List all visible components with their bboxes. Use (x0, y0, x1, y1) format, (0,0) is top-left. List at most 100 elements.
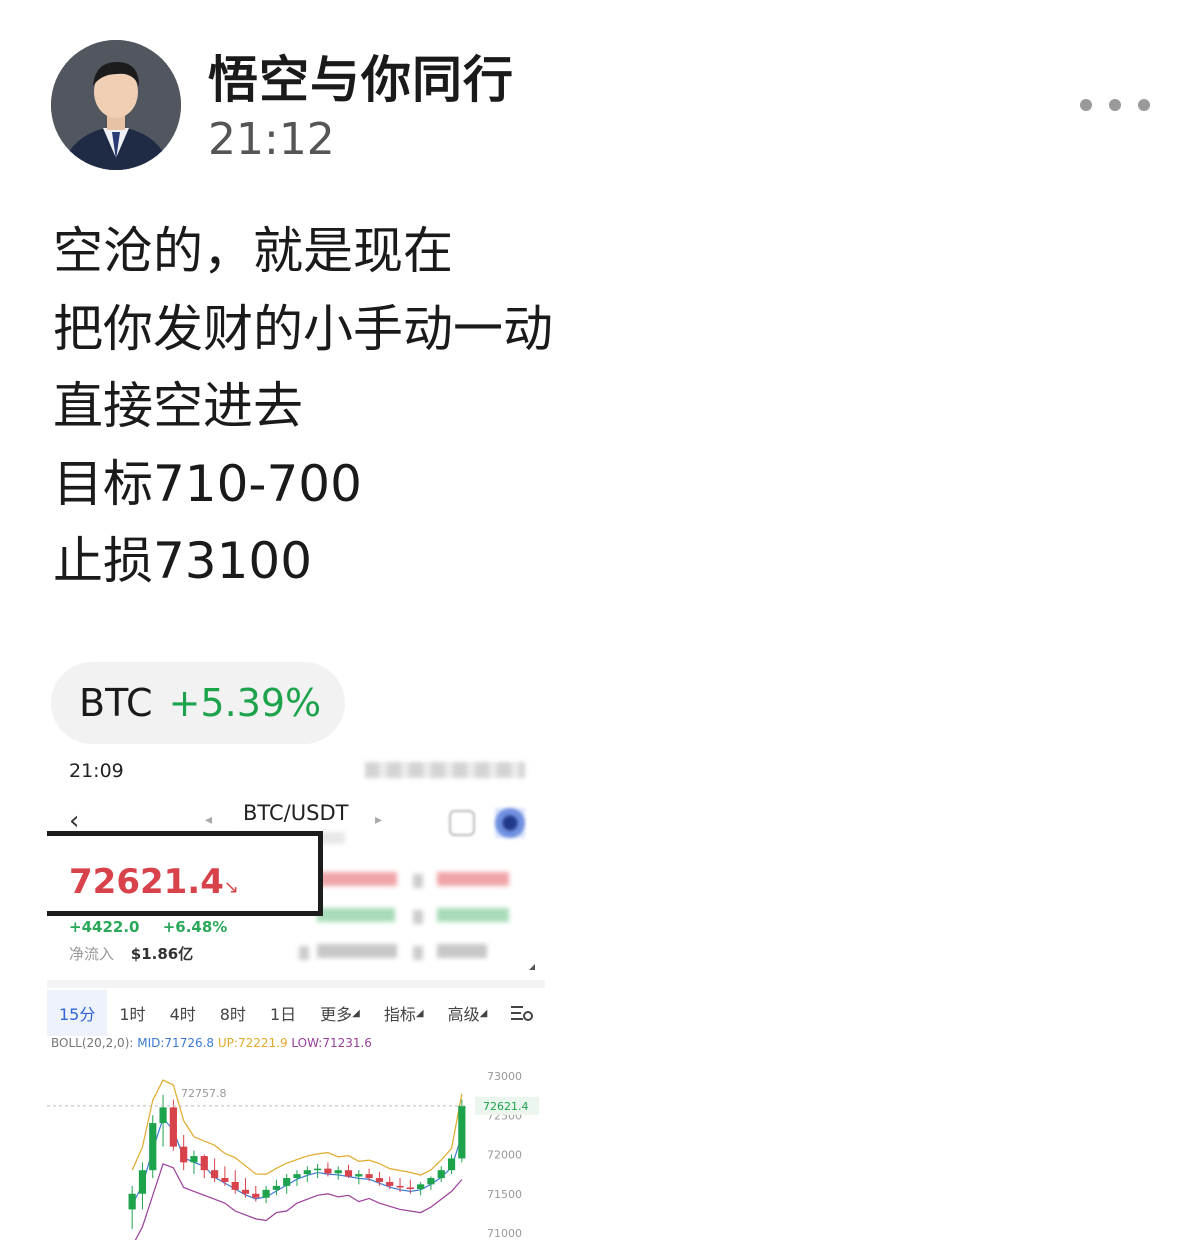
timeframe-tabs: 15分 1时 4时 8时 1日 更多 ◢ 指标 ◢ 高级 ◢ (47, 990, 545, 1036)
blurred-stat (413, 874, 423, 888)
blurred-status-icons (365, 762, 525, 778)
last-price-value: 72621.4 (69, 862, 224, 902)
candle-body (303, 1170, 311, 1175)
section-divider (47, 980, 545, 988)
candle-body (355, 1174, 363, 1177)
attached-screenshot[interactable]: 21:09 ‹ ◂ BTC/USDT ▸ +4422.0 +6.48% 7262… (47, 748, 545, 1240)
candle-body (200, 1156, 208, 1171)
post-line: 把你发财的小手动一动 (53, 299, 553, 358)
blurred-stat (413, 910, 423, 924)
candle-body (128, 1193, 136, 1210)
candle-body (159, 1107, 167, 1124)
post-line: 止损73100 (53, 532, 313, 590)
y-tick-label: 71000 (487, 1227, 522, 1240)
tab-1h[interactable]: 1时 (107, 990, 157, 1036)
candlestick-chart[interactable]: 730007250072000715007100072621.472757.8 (47, 1058, 545, 1240)
price-change-pct: +6.48% (162, 918, 228, 936)
candle-body (272, 1185, 280, 1190)
tab-advanced-label: 高级 (447, 1005, 480, 1024)
boll-label: BOLL(20,2,0): (51, 1036, 134, 1050)
price-change-row: +4422.0 +6.48% (69, 918, 227, 936)
blurred-stat (317, 872, 397, 886)
author-avatar[interactable] (51, 40, 181, 170)
candle-body (437, 1170, 445, 1179)
candle-body (386, 1181, 394, 1186)
ticker-chip[interactable]: BTC +5.39% (51, 662, 345, 744)
ticker-change: +5.39% (168, 681, 322, 725)
candle-body (396, 1185, 404, 1188)
more-dot-icon (1080, 99, 1092, 111)
post-line: 直接空进去 (53, 377, 303, 435)
y-tick-label: 73000 (487, 1070, 522, 1083)
blurred-stat (413, 946, 423, 960)
blurred-stat (437, 908, 509, 922)
candle-body (190, 1156, 198, 1163)
chart-settings-icon[interactable] (499, 990, 545, 1036)
tab-1d[interactable]: 1日 (258, 990, 308, 1036)
tab-8h[interactable]: 8时 (208, 990, 258, 1036)
candle-body (262, 1189, 270, 1198)
blurred-stat (299, 946, 309, 960)
candle-body (324, 1168, 332, 1174)
next-pair-icon: ▸ (375, 812, 383, 828)
candle-body (427, 1178, 435, 1185)
candle-body (221, 1178, 229, 1182)
candle-body (314, 1168, 322, 1171)
tab-more[interactable]: 更多 ◢ (308, 990, 372, 1036)
more-dot-icon (1109, 99, 1121, 111)
post-time: 21:12 (208, 114, 335, 165)
expand-corner-icon (529, 964, 535, 970)
tab-advanced[interactable]: 高级 ◢ (436, 990, 500, 1036)
candle-body (406, 1187, 414, 1190)
candle-body (283, 1178, 291, 1186)
more-dot-icon (1138, 99, 1150, 111)
candle-body (447, 1158, 456, 1171)
boll-low: LOW:71231.6 (291, 1036, 372, 1050)
net-inflow-label: 净流入 (69, 945, 115, 963)
boll-mid: MID:71726.8 (137, 1036, 215, 1050)
candle-body (458, 1105, 466, 1159)
candle-body (375, 1178, 384, 1182)
blurred-stat (437, 872, 509, 886)
down-arrow-icon: ↘ (223, 877, 239, 898)
blurred-app-icon (495, 808, 525, 838)
price-change-abs: +4422.0 (69, 918, 140, 936)
post-line: 目标710-700 (53, 454, 362, 513)
high-annotation: 72757.8 (181, 1087, 227, 1100)
tab-15m[interactable]: 15分 (47, 990, 108, 1036)
net-inflow: 净流入 $1.86亿 (69, 943, 193, 964)
candle-body (149, 1123, 157, 1171)
y-tick-label: 71500 (487, 1188, 522, 1201)
y-tick-label: 72000 (487, 1149, 522, 1162)
blurred-stat (317, 944, 397, 958)
screenshot-status-time: 21:09 (69, 760, 124, 782)
last-price: 72621.4↘ (69, 862, 239, 902)
candle-body (231, 1181, 239, 1190)
candle-body (210, 1170, 219, 1179)
candle-body (138, 1170, 147, 1194)
candle-body (241, 1189, 250, 1194)
prev-pair-icon: ◂ (205, 812, 213, 828)
current-price-label: 72621.4 (483, 1100, 529, 1113)
tab-more-label: 更多 (320, 1005, 353, 1024)
candle-body (293, 1174, 301, 1179)
candle-body (344, 1170, 353, 1177)
boll-indicator: BOLL(20,2,0): MID:71726.8 UP:72221.9 LOW… (51, 1036, 372, 1050)
tab-indicators[interactable]: 指标 ◢ (372, 990, 436, 1036)
ticker-symbol: BTC (79, 681, 153, 725)
tab-indicators-label: 指标 (383, 1005, 416, 1024)
candle-body (365, 1174, 373, 1179)
boll-up: UP:72221.9 (217, 1036, 288, 1050)
post-line: 空沧的，就是现在 (53, 222, 453, 280)
candle-body (334, 1170, 342, 1174)
candle-body (417, 1184, 425, 1190)
post-body: 空沧的，就是现在 把你发财的小手动一动 直接空进去 目标710-700 止损73… (53, 213, 553, 601)
candle-body (180, 1146, 188, 1163)
candle-body (252, 1193, 260, 1198)
blurred-stat (317, 908, 395, 922)
blurred-favorite-icon (449, 810, 475, 836)
trading-pair: BTC/USDT (243, 801, 349, 825)
more-options-button[interactable] (1080, 90, 1150, 120)
tab-4h[interactable]: 4时 (158, 990, 208, 1036)
author-name[interactable]: 悟空与你同行 (208, 40, 514, 112)
